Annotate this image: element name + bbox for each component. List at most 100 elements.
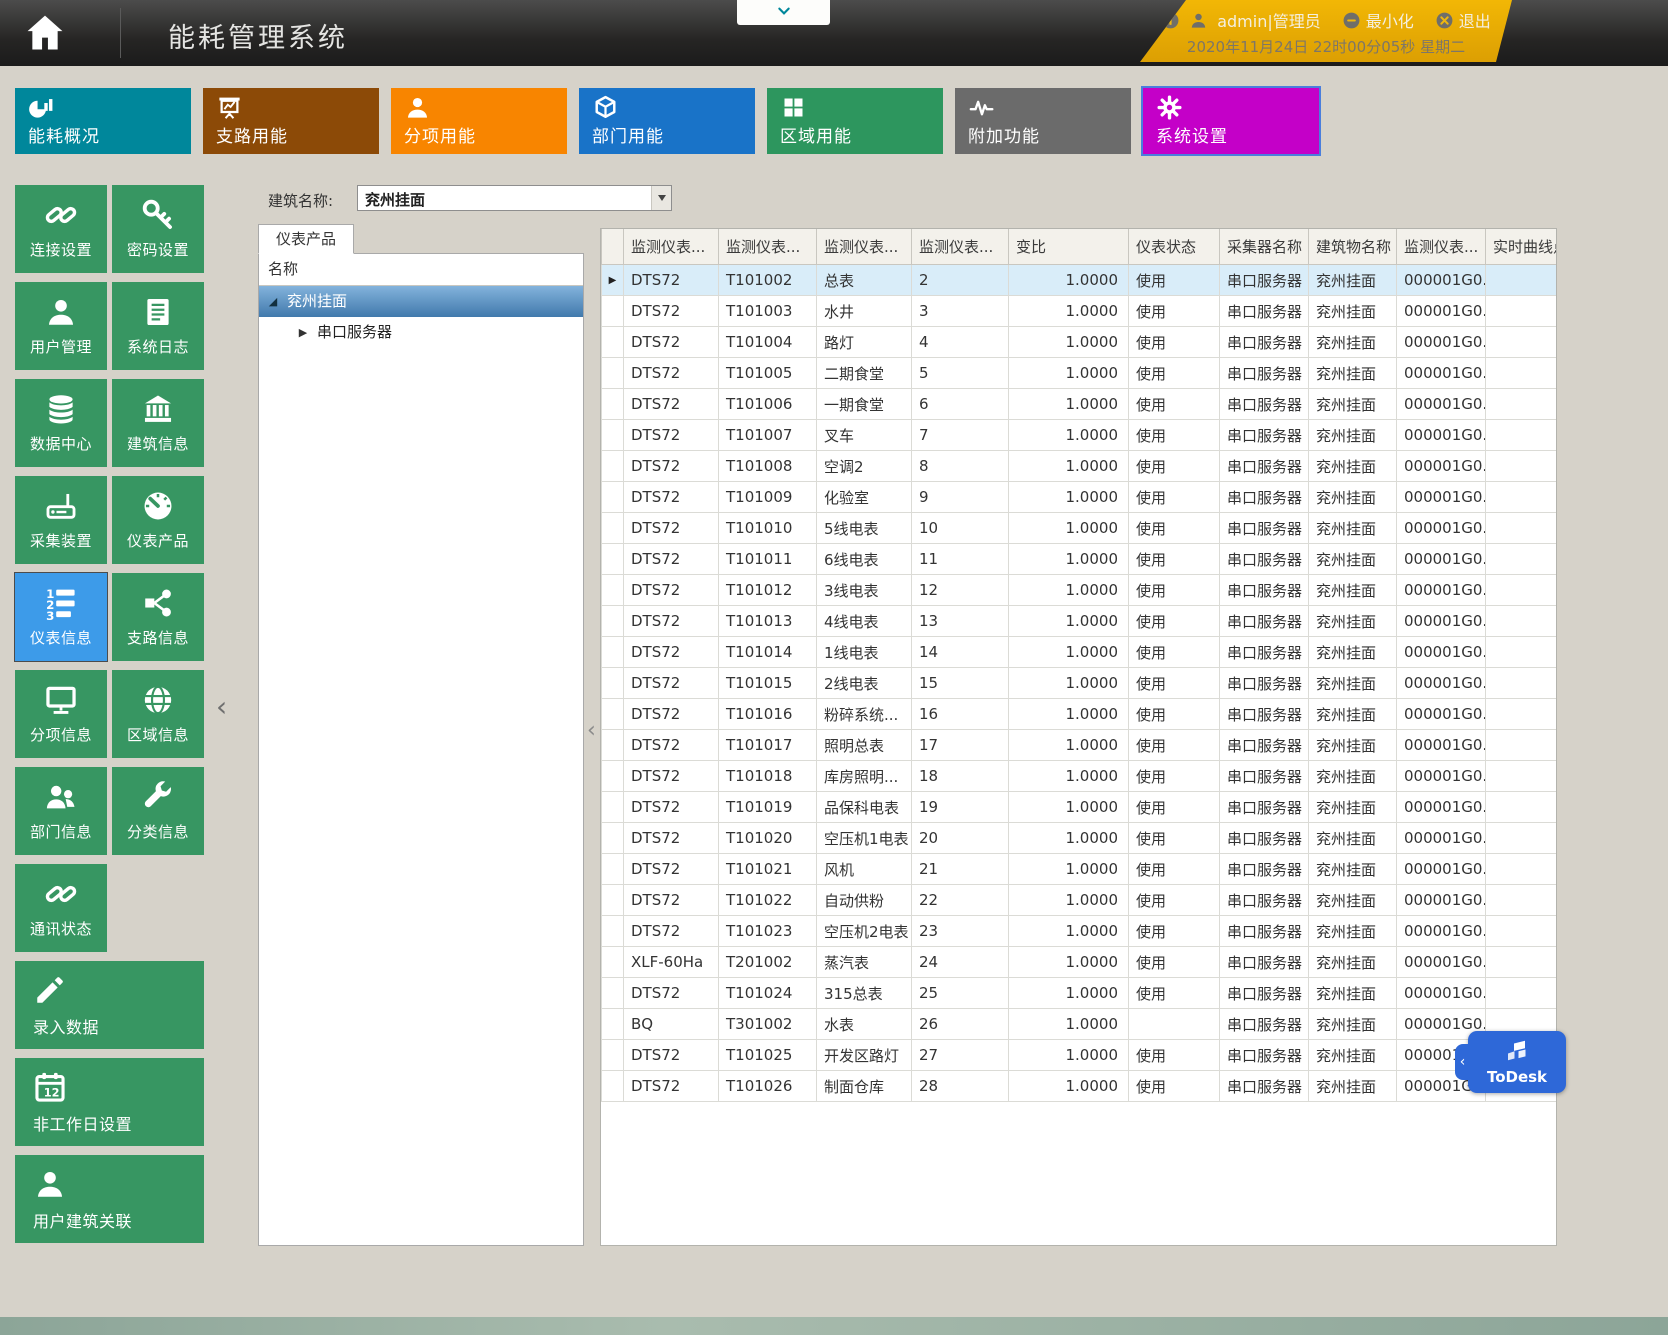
sidebar-item-collector-device[interactable]: 采集装置 [15, 476, 107, 564]
table-row[interactable]: DTS72T101017照明总表171.0000使用串口服务器兖州挂面00000… [602, 730, 1558, 761]
table-row[interactable]: DTS72T101004路灯41.0000使用串口服务器兖州挂面000001G0… [602, 327, 1558, 358]
table-cell: DTS72 [624, 916, 719, 947]
table-row[interactable]: DTS72T101003水井31.0000使用串口服务器兖州挂面000001G0… [602, 296, 1558, 327]
table-row[interactable]: DTS72T101024315总表251.0000使用串口服务器兖州挂面0000… [602, 978, 1558, 1009]
row-marker [602, 327, 624, 358]
sidebar-item-category-info[interactable]: 分类信息 [112, 767, 204, 855]
sidebar-item-password-settings[interactable]: 密码设置 [112, 185, 204, 273]
panel-splitter-arrow[interactable]: ‹ [587, 718, 596, 743]
table-row[interactable]: XLF-60HaT201002蒸汽表241.0000使用串口服务器兖州挂面000… [602, 947, 1558, 978]
sidebar-item-department-info[interactable]: 部门信息 [15, 767, 107, 855]
table-cell: 照明总表 [817, 730, 912, 761]
table-cell [1486, 389, 1558, 420]
column-header[interactable]: 建筑物名称 [1309, 229, 1397, 265]
table-row[interactable]: DTS72T101021风机211.0000使用串口服务器兖州挂面000001G… [602, 854, 1558, 885]
table-cell: 制面仓库 [817, 1071, 912, 1102]
home-button[interactable] [22, 11, 68, 55]
column-header[interactable]: 变比 [1009, 229, 1129, 265]
sidebar-item-meter-info[interactable]: 仪表信息 [15, 573, 107, 661]
nav-tab-subentry-energy[interactable]: 分项用能 [391, 88, 567, 154]
sidebar-collapse-arrow[interactable]: ‹ [216, 690, 227, 723]
sidebar-item-region-info[interactable]: 区域信息 [112, 670, 204, 758]
column-header[interactable]: 监测仪表... [1397, 229, 1486, 265]
exit-button[interactable]: 退出 [1435, 8, 1491, 32]
table-row[interactable]: DTS72T101009化验室91.0000使用串口服务器兖州挂面000001G… [602, 482, 1558, 513]
sidebar-item-data-center[interactable]: 数据中心 [15, 379, 107, 467]
building-select[interactable]: 兖州挂面 [357, 185, 672, 211]
sidebar-item-user-management[interactable]: 用户管理 [15, 282, 107, 370]
table-row[interactable]: DTS72T101006一期食堂61.0000使用串口服务器兖州挂面000001… [602, 389, 1558, 420]
tab-meter-product[interactable]: 仪表产品 [258, 224, 354, 254]
table-row[interactable]: DTS72T1010123线电表121.0000使用串口服务器兖州挂面00000… [602, 575, 1558, 606]
tree-node-serial-server-node[interactable]: ▶ 串口服务器 [259, 317, 583, 348]
sidebar-item-label: 密码设置 [127, 239, 189, 260]
table-row[interactable]: DTS72T1010141线电表141.0000使用串口服务器兖州挂面00000… [602, 637, 1558, 668]
todesk-badge[interactable]: ‹ ToDesk [1468, 1031, 1566, 1093]
topbar-collapse-button[interactable] [737, 0, 830, 25]
combo-dropdown-icon[interactable] [651, 186, 671, 210]
sidebar-item-branch-info[interactable]: 支路信息 [112, 573, 204, 661]
table-row[interactable]: DTS72T1010116线电表111.0000使用串口服务器兖州挂面00000… [602, 544, 1558, 575]
table-row[interactable]: DTS72T101016粉碎系统...161.0000使用串口服务器兖州挂面00… [602, 699, 1558, 730]
info-icon[interactable] [1161, 11, 1180, 30]
table-row[interactable]: ▶DTS72T101002总表21.0000使用串口服务器兖州挂面000001G… [602, 265, 1558, 296]
column-header[interactable]: 监测仪表... [624, 229, 719, 265]
table-row[interactable]: DTS72T101023空压机2电表231.0000使用串口服务器兖州挂面000… [602, 916, 1558, 947]
nav-tab-extra-functions[interactable]: 附加功能 [955, 88, 1131, 154]
sidebar-item-building-info[interactable]: 建筑信息 [112, 379, 204, 467]
column-header[interactable]: 仪表状态 [1129, 229, 1220, 265]
todesk-collapse-arrow[interactable]: ‹ [1455, 1044, 1470, 1080]
nav-tab-system-settings[interactable]: 系统设置 [1143, 88, 1319, 154]
table-cell: 使用 [1129, 482, 1220, 513]
sidebar-item-communication-status[interactable]: 通讯状态 [15, 864, 107, 952]
table-cell: 串口服务器 [1220, 389, 1309, 420]
table-row[interactable]: DTS72T101008空调281.0000使用串口服务器兖州挂面000001G… [602, 451, 1558, 482]
column-header[interactable]: 监测仪表... [719, 229, 817, 265]
table-row[interactable]: DTS72T101007叉车71.0000使用串口服务器兖州挂面000001G0… [602, 420, 1558, 451]
table-cell: 库房照明... [817, 761, 912, 792]
table-cell: 兖州挂面 [1309, 978, 1397, 1009]
expanded-twisty-icon[interactable]: ◢ [267, 286, 279, 317]
sidebar-item-non-workday-settings[interactable]: 非工作日设置 [15, 1058, 204, 1146]
table-cell: 000001G0... [1397, 513, 1486, 544]
table-cell: 000001G0... [1397, 947, 1486, 978]
nav-tab-department-energy[interactable]: 部门用能 [579, 88, 755, 154]
column-header[interactable]: 监测仪表... [912, 229, 1009, 265]
user-name: admin|管理员 [1217, 8, 1321, 32]
collapsed-twisty-icon[interactable]: ▶ [297, 317, 309, 348]
table-row[interactable]: DTS72T101019品保科电表191.0000使用串口服务器兖州挂面0000… [602, 792, 1558, 823]
table-row[interactable]: BQT301002水表261.0000串口服务器兖州挂面000001G0... [602, 1009, 1558, 1040]
table-row[interactable]: DTS72T1010134线电表131.0000使用串口服务器兖州挂面00000… [602, 606, 1558, 637]
table-row[interactable]: DTS72T101025开发区路灯271.0000使用串口服务器兖州挂面0000… [602, 1040, 1558, 1071]
tree-node-building-node[interactable]: ◢ 兖州挂面 [259, 286, 583, 317]
nav-tab-branch-energy[interactable]: 支路用能 [203, 88, 379, 154]
user-panel: admin|管理员 最小化 退出 2020年11月24日 22时00分05秒 星… [1140, 0, 1512, 62]
column-header[interactable]: 采集器名称 [1220, 229, 1309, 265]
table-row[interactable]: DTS72T1010152线电表151.0000使用串口服务器兖州挂面00000… [602, 668, 1558, 699]
sidebar-item-label: 通讯状态 [30, 918, 92, 939]
sidebar-item-data-entry[interactable]: 录入数据 [15, 961, 204, 1049]
column-header[interactable]: 实时曲线点位 [1486, 229, 1558, 265]
sidebar-item-connection-settings[interactable]: 连接设置 [15, 185, 107, 273]
minimize-button[interactable]: 最小化 [1342, 8, 1414, 32]
table-row[interactable]: DTS72T101026制面仓库281.0000使用串口服务器兖州挂面00000… [602, 1071, 1558, 1102]
tree-column-header[interactable]: 名称 [259, 254, 583, 286]
table-cell: 1.0000 [1009, 606, 1129, 637]
table-row[interactable]: DTS72T101022自动供粉221.0000使用串口服务器兖州挂面00000… [602, 885, 1558, 916]
table-cell: 自动供粉 [817, 885, 912, 916]
table-cell: DTS72 [624, 668, 719, 699]
table-row[interactable]: DTS72T101020空压机1电表201.0000使用串口服务器兖州挂面000… [602, 823, 1558, 854]
topbar-divider [120, 8, 121, 58]
nav-tab-region-energy[interactable]: 区域用能 [767, 88, 943, 154]
row-marker [602, 513, 624, 544]
table-row[interactable]: DTS72T1010105线电表101.0000使用串口服务器兖州挂面00000… [602, 513, 1558, 544]
sidebar-item-system-log[interactable]: 系统日志 [112, 282, 204, 370]
sidebar-item-user-building-link[interactable]: 用户建筑关联 [15, 1155, 204, 1243]
table-row[interactable]: DTS72T101018库房照明...181.0000使用串口服务器兖州挂面00… [602, 761, 1558, 792]
table-row[interactable]: DTS72T101005二期食堂51.0000使用串口服务器兖州挂面000001… [602, 358, 1558, 389]
column-header[interactable]: 监测仪表... [817, 229, 912, 265]
nav-tab-energy-overview[interactable]: 能耗概况 [15, 88, 191, 154]
sidebar-item-subentry-info[interactable]: 分项信息 [15, 670, 107, 758]
table-cell: 串口服务器 [1220, 978, 1309, 1009]
sidebar-item-meter-product[interactable]: 仪表产品 [112, 476, 204, 564]
